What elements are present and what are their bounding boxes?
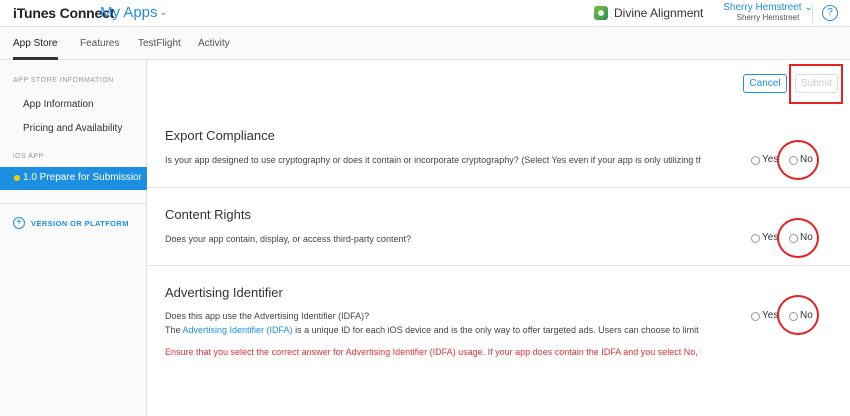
content-yes-radio[interactable]	[751, 234, 760, 243]
status-dot-icon	[14, 175, 20, 181]
export-no-highlight-circle	[777, 140, 819, 180]
idfa-yes-label: Yes	[762, 310, 779, 321]
export-compliance-question: Is your app designed to use cryptography…	[165, 155, 701, 165]
sidebar-item-version[interactable]: 1.0 Prepare for Submission	[0, 167, 147, 190]
header-divider	[812, 4, 813, 23]
sidebar-item-app-information[interactable]: App Information	[23, 99, 94, 110]
export-yes-label: Yes	[762, 154, 779, 165]
help-icon[interactable]: ?	[822, 5, 838, 21]
app-icon	[594, 6, 608, 20]
sidebar-header-ios-app: iOS APP	[13, 153, 44, 160]
app-name: Divine Alignment	[614, 6, 704, 20]
export-compliance-title: Export Compliance	[165, 128, 275, 143]
tab-bar: App Store Features TestFlight Activity	[0, 27, 850, 60]
brand-title: iTunes Connect	[13, 5, 115, 21]
content-rights-question: Does your app contain, display, or acces…	[165, 234, 411, 244]
idfa-info-text: The Advertising Identifier (IDFA) is a u…	[165, 325, 701, 335]
tab-testflight[interactable]: TestFlight	[138, 38, 181, 49]
idfa-warning-text: Ensure that you select the correct answe…	[165, 347, 701, 357]
content-rights-title: Content Rights	[165, 207, 251, 222]
add-version-or-platform-link[interactable]: VERSION OR PLATFORM	[31, 219, 129, 228]
user-org: Sherry Hemstreet	[736, 13, 800, 22]
user-name: Sherry Hemstreet	[723, 2, 802, 13]
idfa-no-highlight-circle	[777, 295, 819, 335]
cancel-button[interactable]: Cancel	[743, 74, 787, 93]
idfa-info-link[interactable]: Advertising Identifier (IDFA)	[183, 325, 293, 335]
advertising-identifier-title: Advertising Identifier	[165, 285, 283, 300]
sidebar: APP STORE INFORMATION App Information Pr…	[0, 60, 147, 416]
section-divider	[147, 265, 850, 266]
content-yes-label: Yes	[762, 232, 779, 243]
submit-highlight-box	[789, 64, 843, 104]
tab-features[interactable]: Features	[80, 38, 119, 49]
export-yes-radio[interactable]	[751, 156, 760, 165]
idfa-question: Does this app use the Advertising Identi…	[165, 311, 370, 321]
tab-activity[interactable]: Activity	[198, 38, 230, 49]
sidebar-item-version-label: 1.0 Prepare for Submission	[23, 172, 141, 183]
my-apps-label: My Apps	[100, 4, 158, 21]
top-header: iTunes Connect My Apps ⌄ Divine Alignment…	[0, 0, 850, 27]
plus-circle-icon[interactable]: +	[13, 217, 25, 229]
idfa-yes-radio[interactable]	[751, 312, 760, 321]
sidebar-item-pricing[interactable]: Pricing and Availability	[23, 123, 122, 134]
sidebar-divider	[0, 203, 147, 204]
chevron-down-icon: ⌄	[159, 7, 168, 17]
sidebar-header-app-store-info: APP STORE INFORMATION	[13, 77, 114, 84]
content-no-highlight-circle	[777, 218, 819, 258]
section-divider	[147, 187, 850, 188]
user-menu[interactable]: Sherry Hemstreet ⌄ Sherry Hemstreet	[720, 2, 816, 23]
my-apps-menu[interactable]: My Apps ⌄	[100, 4, 167, 21]
tab-app-store[interactable]: App Store	[13, 38, 57, 49]
